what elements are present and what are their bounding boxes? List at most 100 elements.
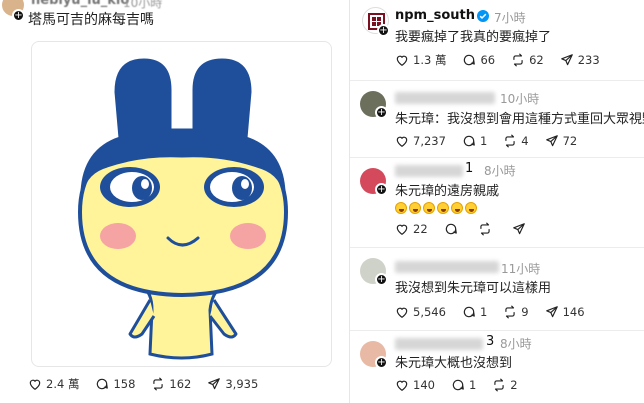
like-button[interactable]: 22 [395,222,428,236]
repost-button[interactable]: 62 [511,53,544,67]
like-button[interactable]: 1.3 萬 [395,52,446,68]
divider [350,247,644,248]
left-post: + hebiyu_lu_kio 10小時 塔馬可吉的麻每吉嗎 2.4 萬 158… [0,0,349,403]
comment-button[interactable]: 1 [451,378,476,392]
blurred-username [395,261,499,273]
divider [350,157,644,158]
repost-count: 4 [521,134,529,148]
repost-icon [153,377,164,391]
repost-button[interactable]: 162 [151,377,191,391]
share-button[interactable] [512,222,530,236]
comment-count: 1 [479,305,488,319]
rofl-emoji-icon [465,201,477,214]
heart-icon [396,224,408,235]
repost-icon [505,134,515,148]
share-button[interactable]: 146 [545,305,585,319]
repost-button[interactable] [478,222,496,236]
comment-button[interactable]: 66 [462,53,495,67]
comment-count: 1 [479,134,488,148]
comment-button[interactable]: 158 [95,377,135,391]
post-time: 7小時 [494,11,526,25]
divider [350,330,644,331]
like-count: 5,546 [413,305,446,319]
repost-count: 62 [529,53,544,67]
repost-icon [513,53,523,67]
share-button[interactable]: 233 [560,53,600,67]
reply-text: 我沒想到朱元璋可以這樣用 [395,281,552,296]
repost-button[interactable]: 9 [503,305,529,319]
post-image[interactable] [31,41,332,367]
reply-actions: 7,237 1 4 72 [395,134,593,148]
like-count: 22 [413,222,428,236]
like-button[interactable]: 7,237 [395,134,446,148]
heart-icon [396,55,408,66]
like-button[interactable]: 140 [395,378,435,392]
comment-button[interactable] [444,222,462,236]
share-button[interactable]: 72 [545,134,578,148]
author-name[interactable]: npm_south [395,8,475,23]
rofl-emoji-icon [437,201,449,214]
like-count: 1.3 萬 [413,53,447,67]
username-suffix: 1 [465,161,474,176]
post-actions: 2.4 萬 158 162 3,935 [28,376,274,392]
like-button[interactable]: 5,546 [395,305,446,319]
send-icon [560,54,573,66]
reply-actions: 5,546 1 9 146 [395,305,601,319]
verified-badge-icon [477,10,489,22]
comment-button[interactable]: 1 [462,305,487,319]
comment-count: 1 [468,378,477,392]
comment-icon [97,378,109,390]
share-count: 146 [562,305,585,319]
share-count: 72 [562,134,578,148]
send-icon [545,135,558,147]
reply-time: 10小時 [500,92,540,106]
send-icon [208,378,221,390]
share-count: 3,935 [225,377,259,391]
comment-count: 158 [113,377,136,391]
repost-button[interactable]: 2 [492,378,518,392]
follow-plus-icon[interactable]: + [375,273,388,286]
follow-plus-icon[interactable]: + [375,183,388,196]
post-text: 我要瘋掉了我真的要瘋掉了 [395,30,552,45]
post-actions: 1.3 萬 66 62 233 [395,52,616,68]
like-count: 2.4 萬 [46,377,80,391]
rofl-emoji-icon [395,201,407,214]
like-button[interactable]: 2.4 萬 [28,376,79,392]
follow-plus-icon[interactable]: + [375,106,388,119]
comment-icon [452,379,464,391]
heart-icon [396,380,408,391]
like-count: 140 [413,378,435,392]
author-name[interactable]: hebiyu_lu_kio [31,0,129,8]
heart-icon [29,379,41,390]
repost-button[interactable]: 4 [503,134,529,148]
send-icon [512,223,525,235]
comment-icon [464,54,476,66]
reply-time: 11小時 [501,262,541,276]
divider [350,80,644,81]
follow-plus-icon[interactable]: + [12,9,25,22]
reply-text: 朱元璋大概也沒想到 [395,356,513,371]
username-suffix: 3 [486,334,495,349]
rofl-emoji-icon [423,201,435,214]
reply-actions: 22 [395,222,546,236]
reply-time: 8小時 [484,164,516,178]
follow-plus-icon[interactable]: + [377,24,390,37]
send-icon [545,306,558,318]
post-caption: 塔馬可吉的麻每吉嗎 [28,12,154,28]
reply-time: 8小時 [500,337,532,351]
heart-icon [396,136,408,147]
repost-icon [479,222,490,236]
right-thread: + npm_south 7小時 我要瘋掉了我真的要瘋掉了 1.3 萬 66 62… [349,0,644,403]
comment-button[interactable]: 1 [462,134,487,148]
reply-actions: 140 1 2 [395,378,534,392]
blurred-username [395,92,495,104]
repost-count: 2 [510,378,518,392]
share-count: 233 [577,53,600,67]
follow-plus-icon[interactable]: + [375,356,388,369]
rofl-emoji-icon [409,201,421,214]
share-button[interactable]: 3,935 [207,377,258,391]
comment-icon [445,223,457,235]
repost-count: 162 [169,377,192,391]
rofl-emoji-icon [451,201,463,214]
emoji-row [395,197,479,214]
